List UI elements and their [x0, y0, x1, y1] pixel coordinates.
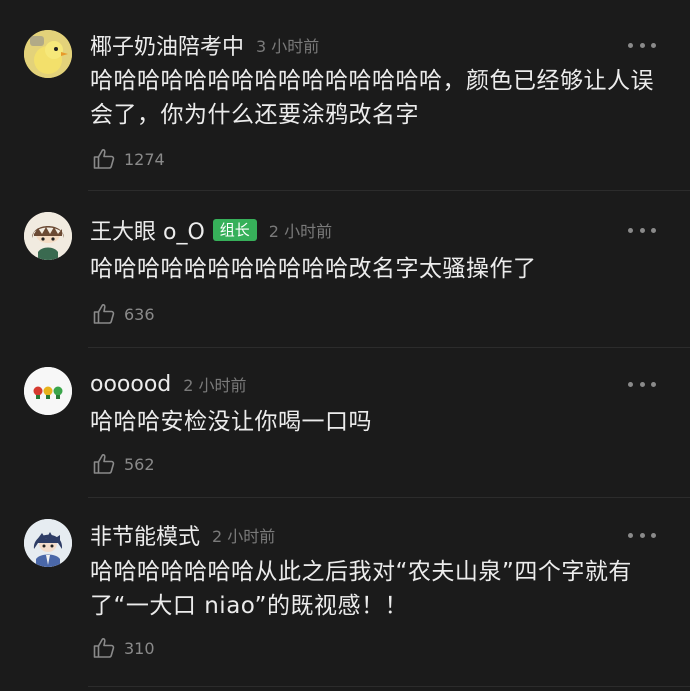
- comment-text: 哈哈哈哈哈哈哈哈哈哈哈改名字太骚操作了: [90, 256, 537, 282]
- like-count: 310: [124, 638, 155, 658]
- like-count: 636: [124, 304, 155, 324]
- timestamp: 2 小时前: [183, 376, 247, 395]
- thumbs-up-icon: [93, 638, 115, 658]
- like-button[interactable]: 636: [92, 300, 155, 328]
- comment-header: oooood 2 小时前: [90, 368, 247, 400]
- timestamp: 2 小时前: [212, 527, 276, 546]
- comment-item: 王大眼 o_O 组长 2 小时前 哈哈哈哈哈哈哈哈哈哈哈改名字太骚操作了 636: [0, 190, 690, 347]
- more-options-icon[interactable]: [628, 379, 656, 389]
- comment-item: 非节能模式 2 小时前 哈哈哈哈哈哈哈从此之后我对“农夫山泉”四个字就有了“一大…: [0, 497, 690, 691]
- avatar[interactable]: [24, 367, 72, 415]
- anime-boy-avatar-icon: [24, 212, 72, 260]
- role-badge: 组长: [212, 219, 257, 241]
- more-options-icon[interactable]: [628, 530, 656, 540]
- username[interactable]: 椰子奶油陪考中: [90, 29, 244, 61]
- timestamp: 3 小时前: [256, 37, 320, 56]
- comment-header: 非节能模式 2 小时前: [90, 519, 275, 551]
- timestamp: 2 小时前: [268, 222, 333, 241]
- comment-feed: 椰子奶油陪考中 3 小时前 哈哈哈哈哈哈哈哈哈哈哈哈哈哈哈，颜色已经够让人误会了…: [0, 0, 690, 691]
- comment-text: 哈哈哈哈哈哈哈哈哈哈哈哈哈哈哈，颜色已经够让人误会了，你为什么还要涂鸦改名字: [90, 68, 654, 128]
- thumbs-up-icon: [93, 304, 115, 324]
- avatar[interactable]: [24, 212, 72, 260]
- like-button[interactable]: 562: [92, 450, 155, 478]
- like-button[interactable]: 310: [92, 634, 155, 662]
- comment-item: 椰子奶油陪考中 3 小时前 哈哈哈哈哈哈哈哈哈哈哈哈哈哈哈，颜色已经够让人误会了…: [0, 0, 690, 190]
- more-options-icon[interactable]: [628, 40, 656, 50]
- anime-character-avatar-icon: [24, 519, 72, 567]
- duckling-avatar-icon: [24, 30, 72, 78]
- username[interactable]: 非节能模式: [90, 519, 200, 551]
- comment-header: 椰子奶油陪考中 3 小时前: [90, 29, 319, 61]
- thumbs-up-icon: [93, 454, 115, 474]
- like-count: 1274: [124, 149, 165, 169]
- comment-header: 王大眼 o_O 组长 2 小时前: [90, 214, 332, 246]
- comment-text: 哈哈哈安检没让你喝一口吗: [90, 409, 372, 435]
- avatar[interactable]: [24, 30, 72, 78]
- comment-item: oooood 2 小时前 哈哈哈安检没让你喝一口吗 562: [0, 347, 690, 497]
- username[interactable]: 王大眼 o_O: [90, 214, 205, 246]
- avatar[interactable]: [24, 519, 72, 567]
- like-count: 562: [124, 454, 155, 474]
- thumbs-up-icon: [93, 149, 115, 169]
- comment-text: 哈哈哈哈哈哈哈从此之后我对“农夫山泉”四个字就有了“一大口 niao”的既视感！…: [90, 559, 632, 619]
- traffic-light-avatar-icon: [24, 367, 72, 415]
- like-button[interactable]: 1274: [92, 145, 165, 173]
- username[interactable]: oooood: [90, 372, 171, 397]
- more-options-icon[interactable]: [628, 225, 656, 235]
- divider: [88, 686, 690, 687]
